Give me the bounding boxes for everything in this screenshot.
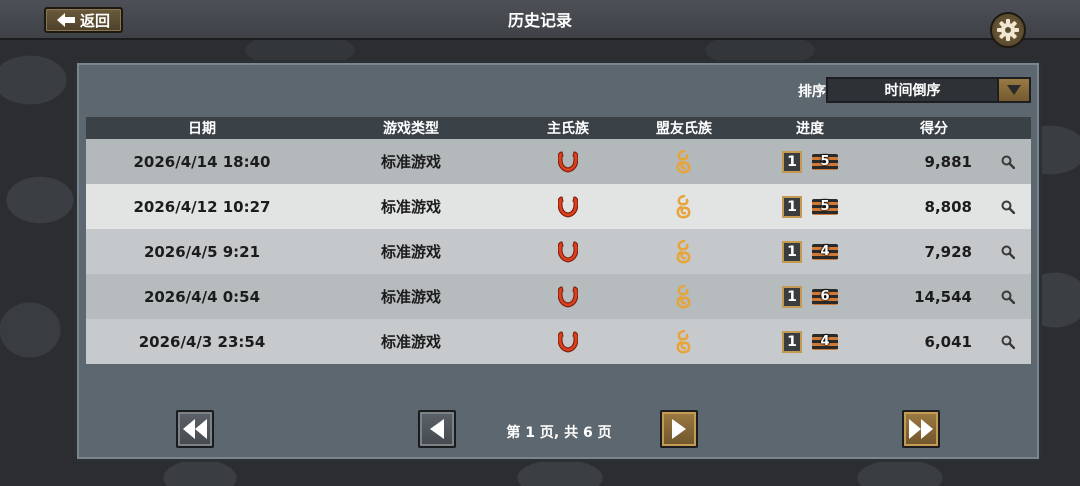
double-chevron-right-icon xyxy=(909,419,933,439)
ally-clan-cell xyxy=(632,139,736,184)
sort-dropdown[interactable]: 时间倒序 xyxy=(826,77,1031,103)
search-icon xyxy=(1001,335,1015,349)
previous-page-button[interactable] xyxy=(418,410,456,448)
chevron-down-icon xyxy=(1007,85,1021,95)
ally-clan-cell xyxy=(632,184,736,229)
progress-covenant-badge: 4 xyxy=(812,241,838,263)
progress-covenant-badge: 5 xyxy=(812,196,838,218)
gold-swirl-icon xyxy=(676,194,691,218)
red-horseshoe-icon xyxy=(558,330,578,353)
date-cell: 2026/4/3 23:54 xyxy=(138,332,266,351)
progress-cell: 1 5 xyxy=(736,139,884,184)
game-type-cell: 标准游戏 xyxy=(380,198,441,216)
column-header-main-clan: 主氏族 xyxy=(547,121,589,137)
gear-icon xyxy=(997,19,1019,41)
progress-covenant-badge: 6 xyxy=(812,286,838,308)
column-header-progress: 进度 xyxy=(796,121,824,137)
score-cell: 7,928 xyxy=(924,242,972,261)
double-chevron-left-icon xyxy=(183,419,207,439)
main-clan-cell xyxy=(504,139,632,184)
view-details-button[interactable] xyxy=(984,319,1031,364)
red-horseshoe-icon xyxy=(558,240,578,263)
first-page-button[interactable] xyxy=(176,410,214,448)
page-indicator: 第 1 页, 共 6 页 xyxy=(506,425,612,441)
table-row[interactable]: 2026/4/5 9:21 标准游戏 1 4 7,928 xyxy=(86,229,1031,274)
search-icon xyxy=(1001,290,1015,304)
table-row[interactable]: 2026/4/4 0:54 标准游戏 1 6 14,544 xyxy=(86,274,1031,319)
date-cell: 2026/4/12 10:27 xyxy=(133,197,271,216)
next-page-button[interactable] xyxy=(660,410,698,448)
gold-swirl-icon xyxy=(676,149,691,173)
progress-cell: 1 4 xyxy=(736,229,884,274)
progress-cell: 1 5 xyxy=(736,184,884,229)
main-clan-cell xyxy=(504,274,632,319)
gold-swirl-icon xyxy=(676,239,691,263)
settings-button[interactable] xyxy=(990,12,1026,48)
view-details-button[interactable] xyxy=(984,274,1031,319)
score-cell: 9,881 xyxy=(924,152,972,171)
ally-clan-cell xyxy=(632,319,736,364)
main-clan-cell xyxy=(504,319,632,364)
column-header-score: 得分 xyxy=(920,121,948,137)
progress-covenant-badge: 5 xyxy=(812,151,838,173)
progress-cell: 1 6 xyxy=(736,274,884,319)
history-table: 日期 游戏类型 主氏族 盟友氏族 进度 得分 2026/4/14 18:40 标… xyxy=(86,117,1031,364)
red-horseshoe-icon xyxy=(558,150,578,173)
search-icon xyxy=(1001,155,1015,169)
main-clan-cell xyxy=(504,229,632,274)
search-icon xyxy=(1001,245,1015,259)
view-details-button[interactable] xyxy=(984,184,1031,229)
game-type-cell: 标准游戏 xyxy=(380,153,441,171)
ally-clan-cell xyxy=(632,274,736,319)
progress-level-badge: 1 xyxy=(782,240,802,263)
main-clan-cell xyxy=(504,184,632,229)
progress-cell: 1 4 xyxy=(736,319,884,364)
gold-swirl-icon xyxy=(676,284,691,308)
gold-swirl-icon xyxy=(676,329,691,353)
page-title: 历史记录 xyxy=(507,11,572,30)
view-details-button[interactable] xyxy=(984,139,1031,184)
column-header-date: 日期 xyxy=(188,121,216,137)
table-row[interactable]: 2026/4/14 18:40 标准游戏 1 5 9,881 xyxy=(86,139,1031,184)
table-header: 日期 游戏类型 主氏族 盟友氏族 进度 得分 xyxy=(86,117,1031,139)
column-header-ally-clan: 盟友氏族 xyxy=(656,121,712,137)
progress-level-badge: 1 xyxy=(782,195,802,218)
progress-level-badge: 1 xyxy=(782,150,802,173)
date-cell: 2026/4/4 0:54 xyxy=(143,287,261,306)
progress-level-badge: 1 xyxy=(782,285,802,308)
search-icon xyxy=(1001,200,1015,214)
chevron-right-icon xyxy=(672,419,686,439)
progress-covenant-badge: 4 xyxy=(812,331,838,353)
table-row[interactable]: 2026/4/3 23:54 标准游戏 1 4 6,041 xyxy=(86,319,1031,364)
chevron-left-icon xyxy=(430,419,444,439)
game-type-cell: 标准游戏 xyxy=(380,243,441,261)
last-page-button[interactable] xyxy=(902,410,940,448)
view-details-button[interactable] xyxy=(984,229,1031,274)
ally-clan-cell xyxy=(632,229,736,274)
date-cell: 2026/4/5 9:21 xyxy=(143,242,261,261)
progress-level-badge: 1 xyxy=(782,330,802,353)
score-cell: 6,041 xyxy=(924,332,972,351)
table-row[interactable]: 2026/4/12 10:27 标准游戏 1 5 8,808 xyxy=(86,184,1031,229)
score-cell: 14,544 xyxy=(914,287,972,306)
game-type-cell: 标准游戏 xyxy=(380,288,441,306)
dropdown-toggle[interactable] xyxy=(997,79,1029,101)
red-horseshoe-icon xyxy=(558,195,578,218)
date-cell: 2026/4/14 18:40 xyxy=(133,152,271,171)
sort-value: 时间倒序 xyxy=(884,83,941,99)
red-horseshoe-icon xyxy=(558,285,578,308)
game-type-cell: 标准游戏 xyxy=(380,333,441,351)
column-header-type: 游戏类型 xyxy=(383,121,439,137)
score-cell: 8,808 xyxy=(924,197,972,216)
